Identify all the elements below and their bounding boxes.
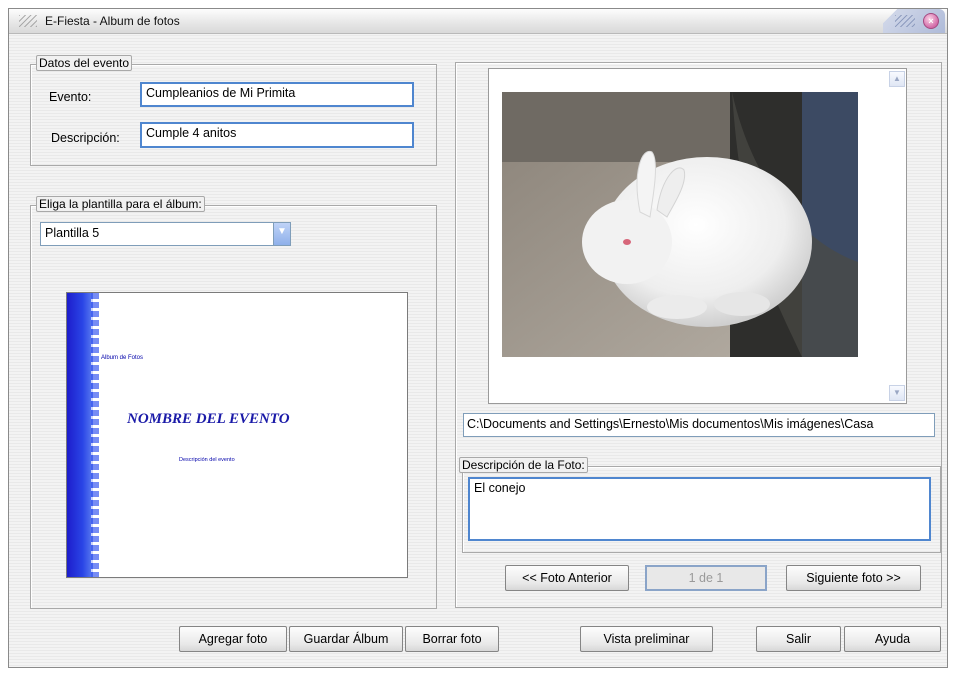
window-grip-icon [19, 15, 37, 27]
preview-event-description: Descripción del evento [179, 457, 235, 463]
close-icon[interactable]: × [923, 13, 939, 29]
print-preview-button[interactable]: Vista preliminar [580, 626, 713, 652]
photo-description-legend: Descripción de la Foto: [459, 457, 588, 473]
add-photo-button[interactable]: Agregar foto [179, 626, 287, 652]
template-border-decoration [67, 293, 99, 577]
next-photo-button[interactable]: Siguiente foto >> [786, 565, 921, 591]
photo-path-field[interactable]: C:\Documents and Settings\Ernesto\Mis do… [463, 413, 935, 437]
photo-counter: 1 de 1 [645, 565, 767, 591]
template-preview: Album de Fotos NOMBRE DEL EVENTO Descrip… [66, 292, 408, 578]
help-button[interactable]: Ayuda [844, 626, 941, 652]
scroll-down-icon[interactable]: ▼ [889, 385, 905, 401]
template-select-value: Plantilla 5 [45, 226, 100, 240]
photo-viewer: ▲ ▼ [488, 68, 907, 404]
rabbit-photo [502, 92, 858, 357]
photo-description-input[interactable]: El conejo [468, 477, 931, 541]
app-window: E-Fiesta - Album de fotos × Datos del ev… [8, 8, 948, 668]
previous-photo-button[interactable]: << Foto Anterior [505, 565, 629, 591]
title-bar[interactable]: E-Fiesta - Album de fotos × [9, 9, 947, 34]
description-label: Descripción: [51, 131, 120, 145]
event-data-group [30, 64, 437, 166]
delete-photo-button[interactable]: Borrar foto [405, 626, 499, 652]
title-bar-corner: × [883, 9, 945, 33]
save-album-button[interactable]: Guardar Álbum [289, 626, 403, 652]
scroll-up-icon[interactable]: ▲ [889, 71, 905, 87]
template-select[interactable]: Plantilla 5 ▼ [40, 222, 291, 246]
preview-event-name: NOMBRE DEL EVENTO [127, 411, 290, 427]
description-input[interactable]: Cumple 4 anitos [140, 122, 414, 148]
photo-scrollbar[interactable]: ▲ ▼ [888, 69, 906, 403]
window-dots-icon [895, 15, 915, 27]
chevron-down-icon[interactable]: ▼ [273, 223, 290, 245]
event-label: Evento: [49, 90, 92, 104]
event-data-legend: Datos del evento [36, 55, 133, 71]
preview-album-title: Album de Fotos [101, 355, 144, 361]
exit-button[interactable]: Salir [756, 626, 841, 652]
window-title: E-Fiesta - Album de fotos [45, 14, 180, 28]
template-legend: Eliga la plantilla para el álbum: [36, 196, 205, 212]
event-input[interactable]: Cumpleanios de Mi Primita [140, 82, 414, 107]
